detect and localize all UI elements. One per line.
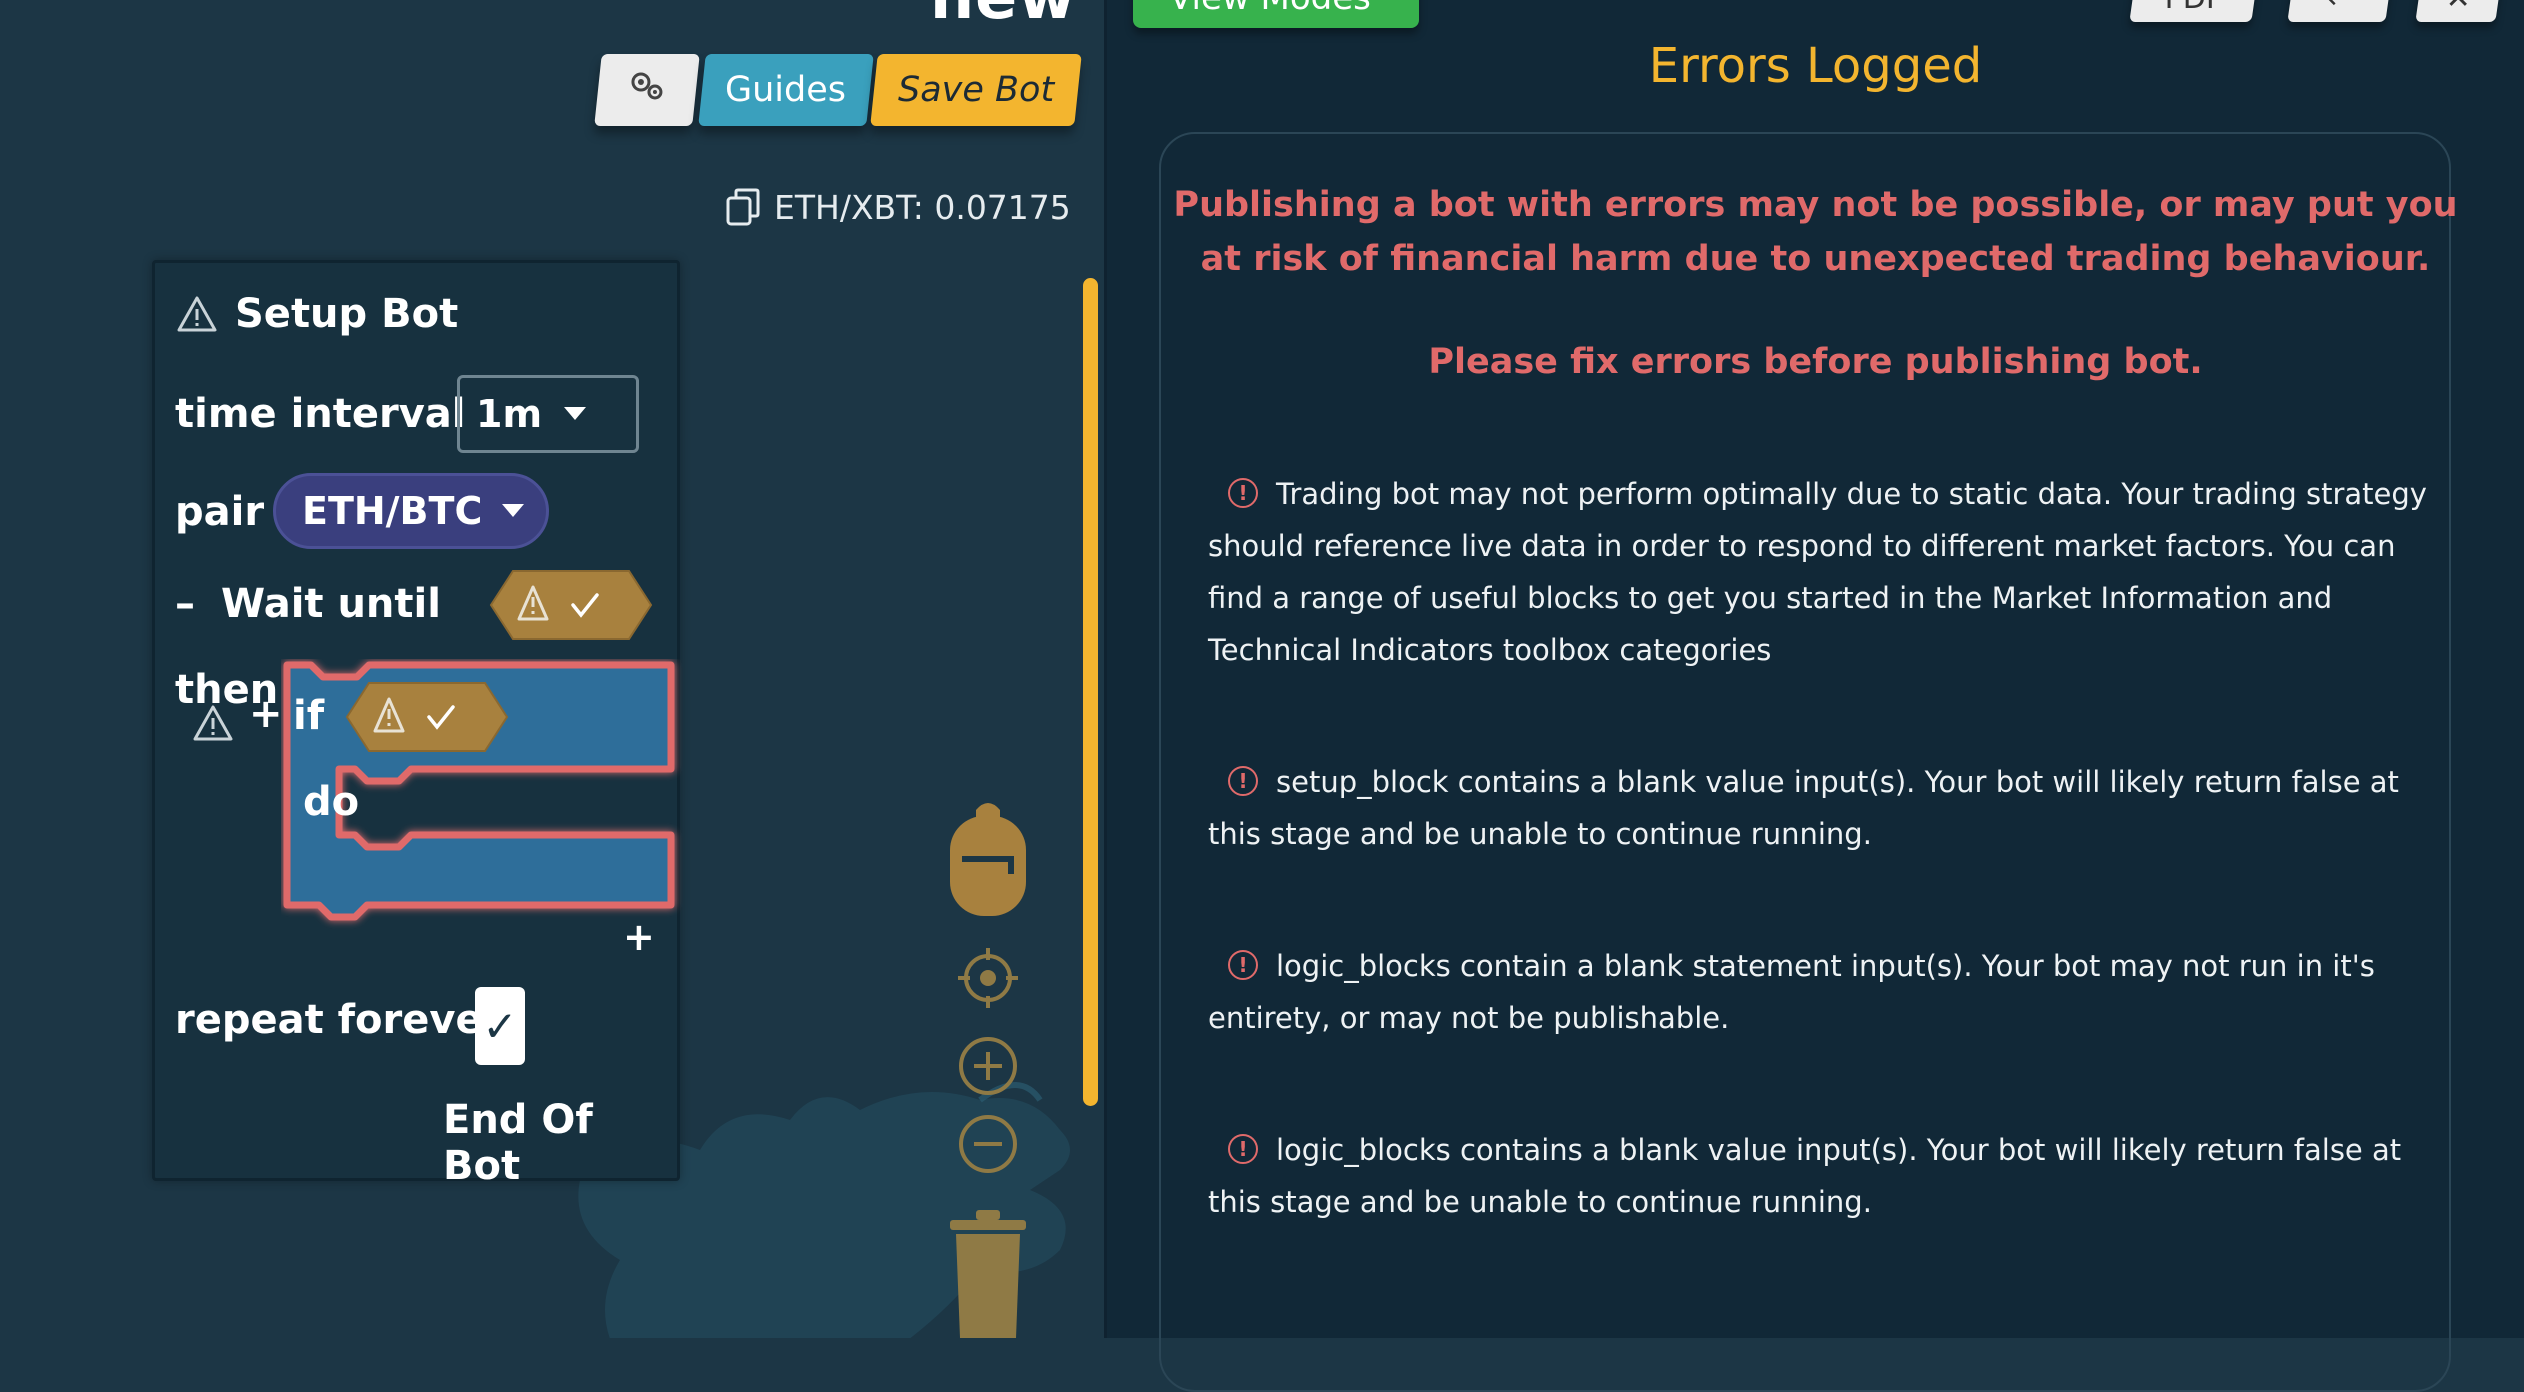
caret-down-icon <box>502 504 525 517</box>
view-modes-label: View Modes <box>1169 0 1371 18</box>
add-statement-plus[interactable]: + <box>623 915 655 959</box>
back-button[interactable]: ← <box>2287 0 2393 22</box>
error-alert-icon: ! <box>1228 766 1258 796</box>
error-alert-icon: ! <box>1228 950 1258 980</box>
error-message: logic_blocks contain a blank statement i… <box>1208 949 2375 1035</box>
do-label: do <box>303 779 360 825</box>
time-interval-label: time interval <box>175 391 466 437</box>
fix-errors-notice: Please fix errors before publishing bot. <box>1428 342 2203 382</box>
setup-bot-block[interactable]: Setup Bot time interval 1m pair ETH/BTC … <box>152 260 680 1189</box>
bot-name-title: new <box>930 0 1076 33</box>
crosshair-icon[interactable] <box>956 946 1020 1010</box>
close-icon: ✕ <box>2446 0 2471 16</box>
errors-logged-title: Errors Logged <box>1648 38 1983 94</box>
warning-icon <box>177 296 217 332</box>
error-item: ! logic_blocks contains a blank value inp… <box>1208 1124 2458 1228</box>
pair-value: ETH/BTC <box>302 489 483 533</box>
guides-button-label: Guides <box>725 70 847 110</box>
wait-until-label: Wait until <box>221 581 441 627</box>
wait-until-row[interactable]: – Wait until <box>175 581 441 627</box>
error-item: ! Trading bot may not perform optimally d… <box>1208 468 2458 676</box>
price-ticker[interactable]: ETH/XBT: 0.07175 <box>724 186 1071 228</box>
wait-condition-slot[interactable] <box>489 569 653 641</box>
guides-button[interactable]: Guides <box>698 54 874 126</box>
warning-icon <box>193 705 233 741</box>
end-of-bot-label: End Of Bot <box>443 1097 593 1189</box>
if-condition-slot[interactable] <box>343 681 511 753</box>
error-message: logic_blocks contains a blank value inpu… <box>1208 1133 2402 1219</box>
back-arrow-icon: ← <box>2327 0 2352 16</box>
caret-down-icon <box>564 407 587 420</box>
if-label: if <box>293 693 325 739</box>
error-item: ! setup_block contains a blank value inpu… <box>1208 756 2458 860</box>
settings-button[interactable] <box>594 54 700 126</box>
error-message: setup_block contains a blank value input… <box>1208 765 2399 851</box>
setup-bot-header: Setup Bot <box>175 291 458 337</box>
view-modes-button[interactable]: View Modes <box>1133 0 1419 28</box>
pair-label: pair <box>175 489 265 535</box>
pdf-button[interactable]: PDF <box>2129 0 2259 22</box>
pdf-button-label: PDF <box>2164 0 2222 16</box>
gears-icon <box>627 68 667 113</box>
zoom-in-icon[interactable] <box>956 1034 1020 1098</box>
zoom-out-icon[interactable] <box>956 1112 1020 1176</box>
save-bot-button-label: Save Bot <box>897 70 1055 110</box>
time-interval-value: 1m <box>476 392 543 436</box>
close-button[interactable]: ✕ <box>2415 0 2503 22</box>
price-ticker-text: ETH/XBT: 0.07175 <box>774 187 1071 227</box>
backpack-icon[interactable] <box>946 796 1030 920</box>
repeat-forever-label: repeat forever <box>175 997 503 1043</box>
trash-icon[interactable] <box>946 1206 1030 1338</box>
publishing-warning: Publishing a bot with errors may not be … <box>1173 185 2458 279</box>
if-add-plus[interactable]: + <box>249 691 283 737</box>
copy-icon <box>726 188 760 226</box>
pair-dropdown[interactable]: ETH/BTC <box>273 473 549 549</box>
workspace-scrollbar[interactable] <box>1083 278 1098 1106</box>
setup-bot-title: Setup Bot <box>235 291 459 337</box>
error-message: Trading bot may not perform optimally du… <box>1208 477 2427 667</box>
collapse-minus-icon[interactable]: – <box>175 581 195 627</box>
repeat-forever-checkbox[interactable]: ✓ <box>475 987 525 1065</box>
blocks-workspace[interactable]: new Guides Save Bot ETH/XBT: 0.07175 <box>0 0 1104 1338</box>
time-interval-dropdown[interactable]: 1m <box>457 375 639 453</box>
error-alert-icon: ! <box>1228 478 1258 508</box>
error-alert-icon: ! <box>1228 1134 1258 1164</box>
save-bot-button[interactable]: Save Bot <box>870 54 1082 126</box>
errors-panel: View Modes PDF ← ✕ Errors Logged Publish… <box>1107 0 2524 1392</box>
error-item: ! logic_blocks contain a blank statement … <box>1208 940 2458 1044</box>
